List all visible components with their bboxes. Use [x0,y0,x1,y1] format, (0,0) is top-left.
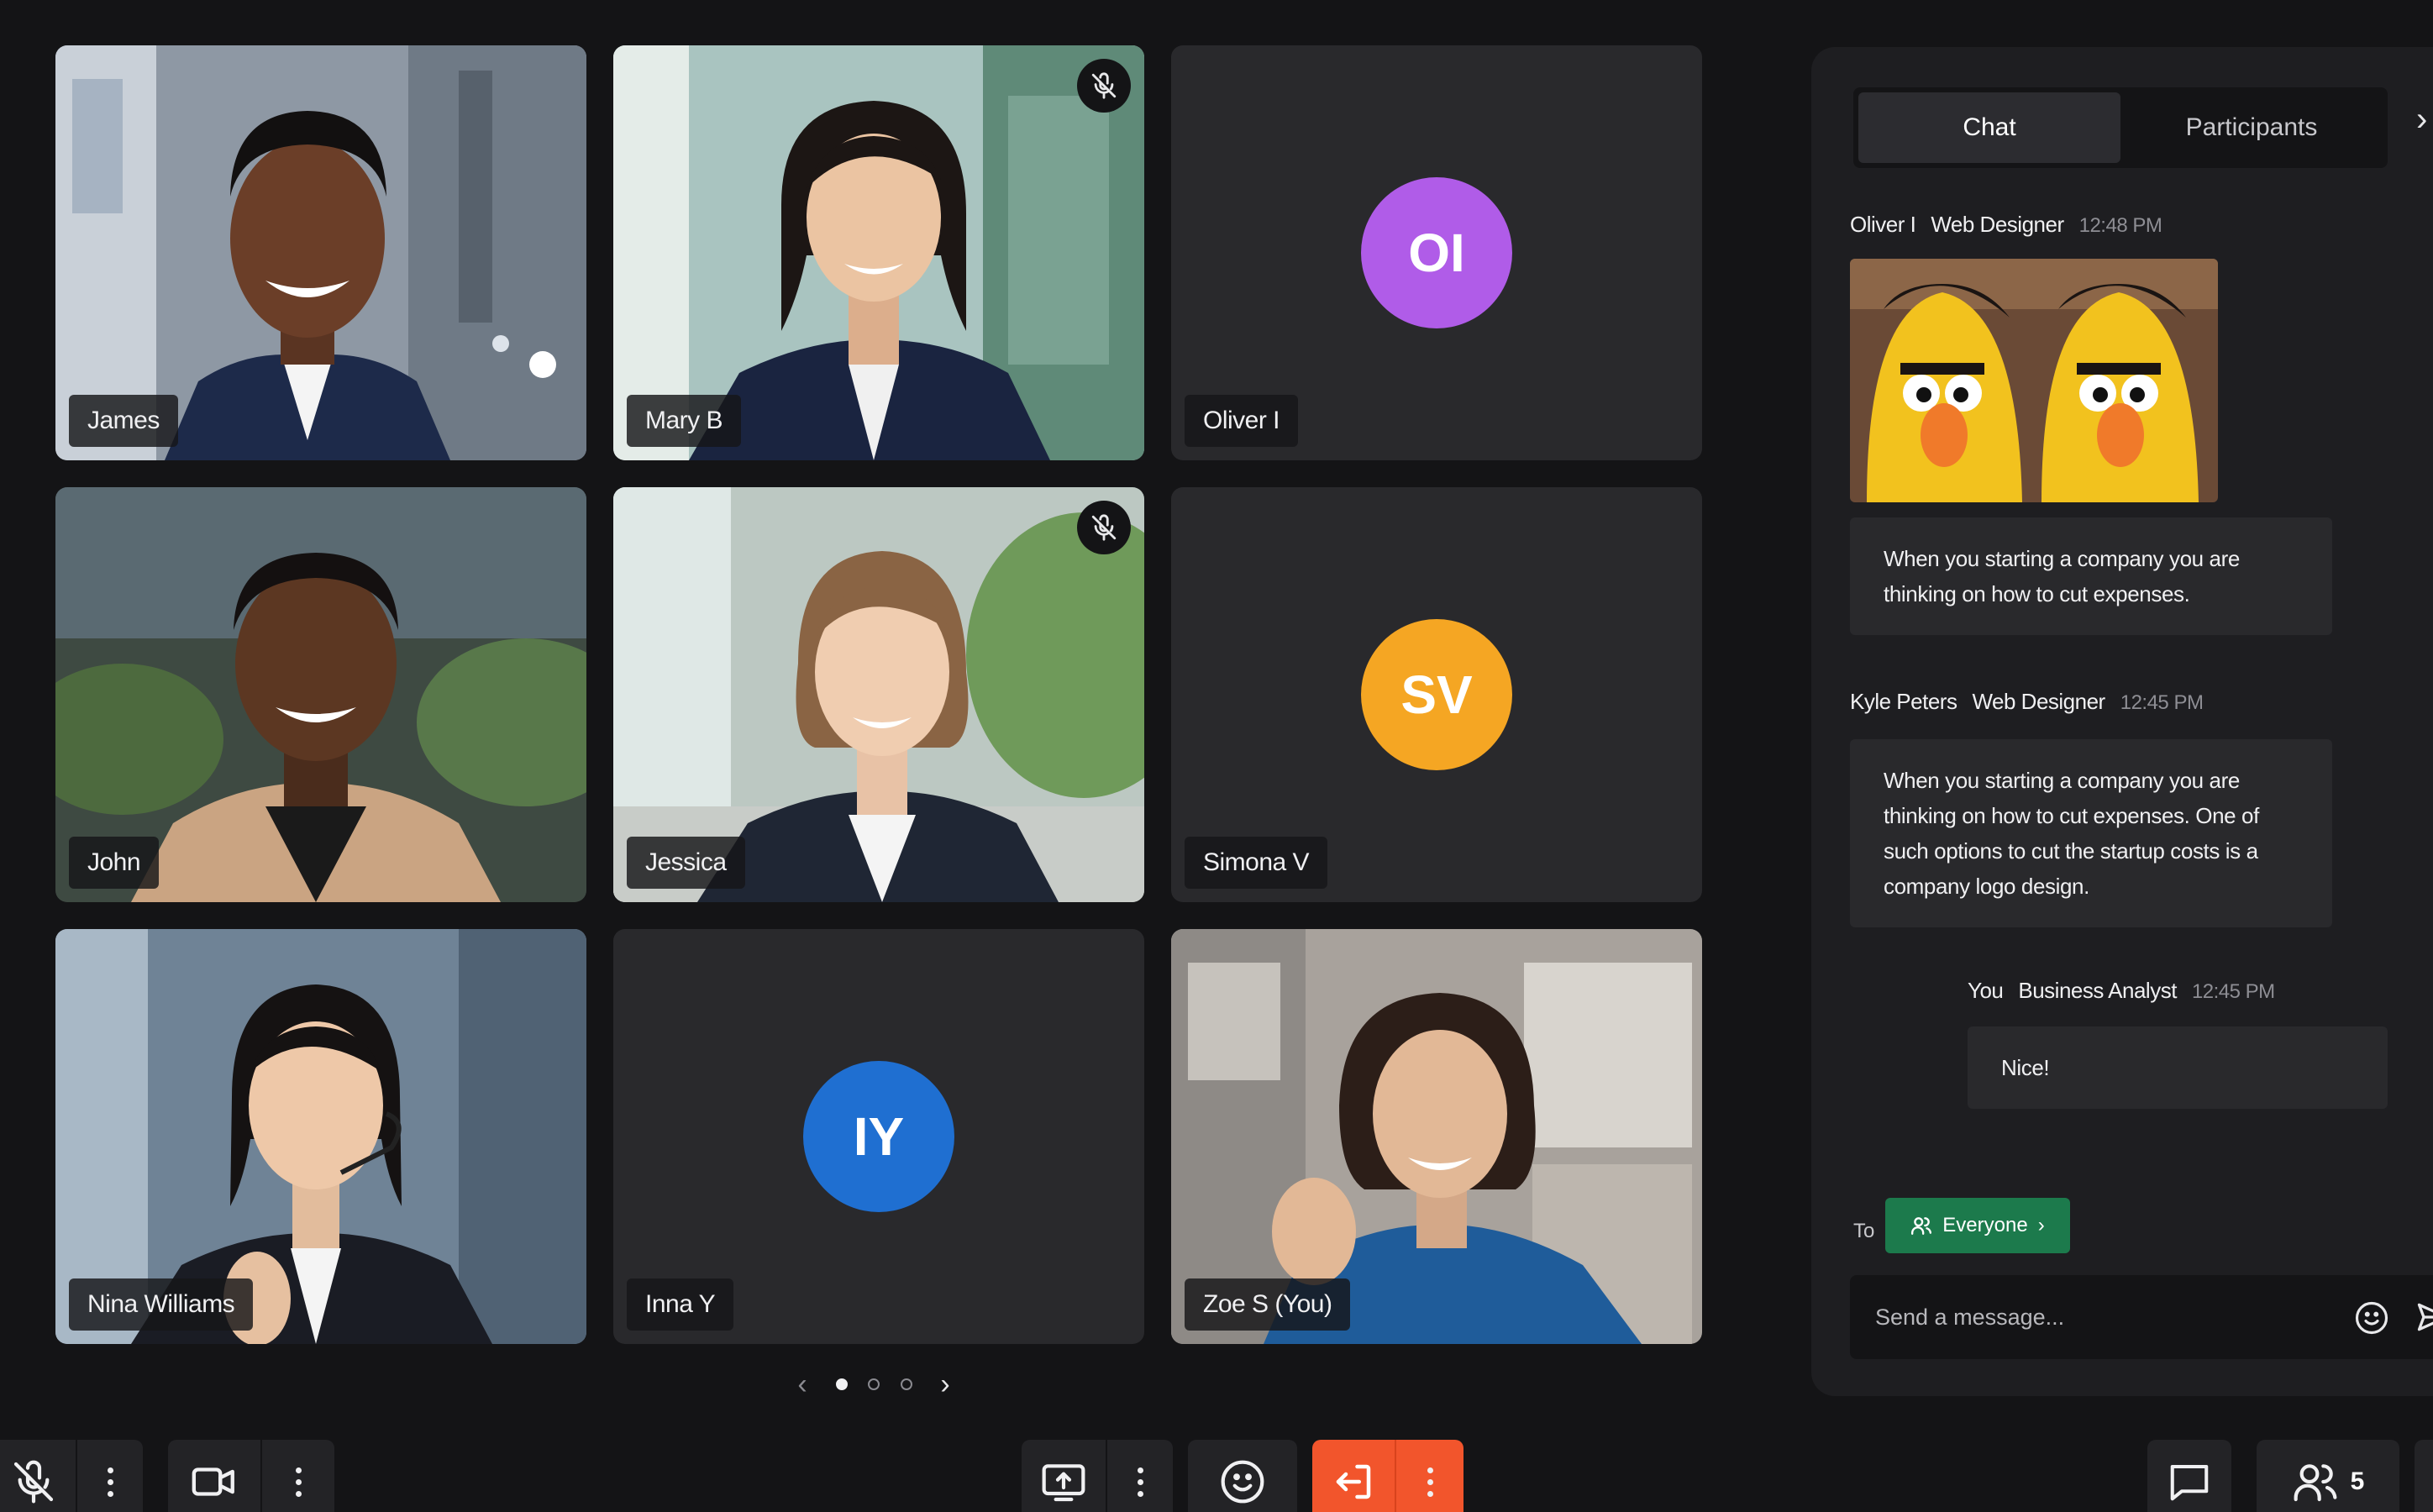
message-composer [1850,1275,2433,1359]
participant-name: Mary B [627,395,742,447]
chat-toggle-button[interactable] [2147,1440,2231,1512]
message-time: 12:45 PM [2191,980,2275,1003]
video-camera-icon [192,1467,234,1496]
recipient-select-button[interactable]: Everyone › [1885,1198,2070,1253]
participant-count: 5 [2350,1467,2365,1495]
share-screen-icon [1042,1464,1085,1502]
participant-name: Jessica [627,837,745,889]
participant-name: Simona V [1185,837,1328,889]
share-screen-button[interactable] [1022,1440,1106,1512]
people-icon [1911,1217,1932,1235]
chat-bubble-icon [2170,1464,2209,1501]
panel-tabs: Chat Participants [1853,87,2388,168]
next-page-icon[interactable]: › [933,1368,958,1401]
muted-mic-icon [1077,501,1131,554]
chat-message-own: Nice! [1968,1026,2388,1109]
muted-mic-icon [1077,59,1131,113]
avatar: OI [1361,177,1512,328]
more-button-partial[interactable] [2415,1440,2433,1512]
video-tile-jessica[interactable]: Jessica [613,487,1144,902]
sender-role: Web Designer [1972,689,2105,714]
tab-chat[interactable]: Chat [1858,92,2120,163]
more-vertical-icon [1137,1467,1143,1497]
meeting-screen: James Mary B OI Oliver I John Jessica SV… [0,0,2433,1512]
sender-name: You [1968,978,2004,1003]
mic-control-group [0,1440,143,1512]
more-vertical-icon [1427,1467,1433,1497]
share-options-button[interactable] [1107,1440,1173,1512]
leave-icon [1336,1464,1371,1499]
to-label: To [1853,1220,1875,1242]
message-input[interactable] [1875,1275,2295,1359]
video-tile-john[interactable]: John [55,487,586,902]
message-time: 12:45 PM [2120,691,2204,714]
mic-options-button[interactable] [77,1440,143,1512]
page-dot-1[interactable] [835,1378,848,1390]
message-header: Oliver I Web Designer 12:48 PM [1850,212,2162,238]
avatar: IY [803,1061,954,1212]
sender-role: Web Designer [1931,212,2064,237]
message-header: Kyle Peters Web Designer 12:45 PM [1850,689,2204,715]
mic-toggle-button[interactable] [0,1440,76,1512]
avatar: SV [1361,619,1512,770]
chat-panel: Chat Participants › Oliver I Web Designer… [1811,47,2433,1396]
sender-name: Kyle Peters [1850,689,1957,714]
message-header: You Business Analyst 12:45 PM [1968,978,2275,1004]
page-dot-2[interactable] [868,1378,880,1390]
participant-name: Inna Y [627,1278,734,1331]
video-tile-mary[interactable]: Mary B [613,45,1144,460]
participant-name: Zoe S (You) [1185,1278,1351,1331]
video-tile-zoe-self[interactable]: Zoe S (You) [1171,929,1702,1344]
leave-control-group [1312,1440,1463,1512]
participants-toggle-button[interactable]: 5 [2257,1440,2399,1512]
participant-name: Nina Williams [69,1278,254,1331]
participant-name: John [69,837,160,889]
sender-name: Oliver I [1850,212,1916,237]
recipient-label: Everyone [1942,1214,2028,1236]
more-vertical-icon [107,1467,113,1497]
video-tile-james[interactable]: James [55,45,586,460]
leave-options-button[interactable] [1396,1440,1463,1512]
video-tile-inna[interactable]: IY Inna Y [613,929,1144,1344]
participant-name: Oliver I [1185,395,1299,447]
mic-off-icon [13,1460,54,1504]
camera-control-group [168,1440,334,1512]
grid-pager: ‹ › [790,1368,958,1401]
emoji-icon[interactable] [2354,1300,2389,1336]
chevron-right-icon: › [2037,1214,2045,1236]
camera-toggle-button[interactable] [168,1440,260,1512]
reactions-button[interactable] [1188,1440,1297,1512]
sender-role: Business Analyst [2018,978,2177,1003]
camera-options-button[interactable] [262,1440,334,1512]
people-icon [2294,1464,2337,1502]
tab-participants[interactable]: Participants [2120,92,2383,163]
leave-call-button[interactable] [1312,1440,1395,1512]
emoji-icon [1221,1460,1264,1504]
page-dot-3[interactable] [900,1378,912,1390]
chat-message: When you starting a company you are thin… [1850,739,2332,927]
video-tile-simona[interactable]: SV Simona V [1171,487,1702,902]
participant-name: James [69,395,178,447]
send-icon[interactable] [2415,1299,2433,1336]
video-tile-oliver[interactable]: OI Oliver I [1171,45,1702,460]
prev-page-icon[interactable]: ‹ [790,1368,815,1401]
video-tile-nina[interactable]: Nina Williams [55,929,586,1344]
gif-attachment[interactable] [1850,259,2218,502]
message-time: 12:48 PM [2078,214,2162,237]
collapse-panel-icon[interactable]: › [2416,101,2427,139]
chat-message: When you starting a company you are thin… [1850,517,2332,635]
share-control-group [1022,1440,1173,1512]
more-vertical-icon [295,1467,302,1497]
